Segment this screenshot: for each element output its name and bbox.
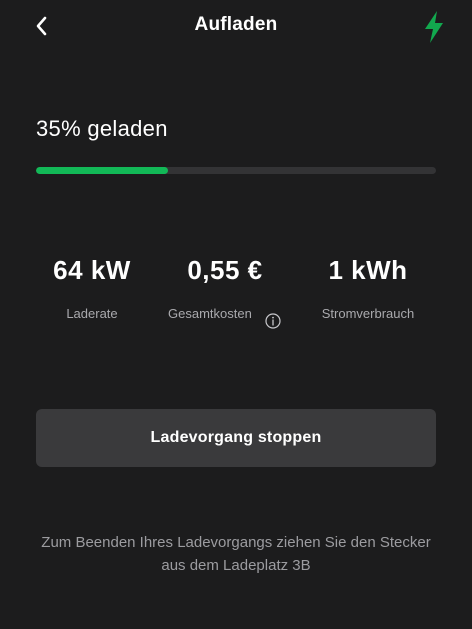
stop-charging-button[interactable]: Ladevorgang stoppen bbox=[36, 409, 436, 467]
unplug-hint: Zum Beenden Ihres Ladevorgangs ziehen Si… bbox=[41, 534, 431, 574]
charge-percent: 35% geladen bbox=[36, 116, 168, 141]
stat-charge-rate: 64 kW Laderate bbox=[44, 255, 140, 324]
charge-progress-bar bbox=[36, 167, 436, 174]
charge-rate-value: 64 kW bbox=[53, 255, 131, 285]
total-cost-value: 0,55 € bbox=[187, 255, 263, 285]
total-cost-label: Gesamtkosten bbox=[168, 306, 252, 321]
lightning-bolt-icon bbox=[425, 11, 443, 43]
header: Aufladen bbox=[0, 0, 472, 56]
energy-consumption-label: Stromverbrauch bbox=[321, 306, 415, 321]
stat-energy-consumption: 1 kWh Stromverbrauch bbox=[308, 255, 428, 324]
charge-progress-fill bbox=[36, 167, 168, 174]
page-title: Aufladen bbox=[194, 14, 278, 35]
charge-rate-label: Laderate bbox=[66, 306, 118, 321]
info-icon[interactable] bbox=[265, 313, 281, 329]
energy-consumption-value: 1 kWh bbox=[328, 255, 408, 285]
